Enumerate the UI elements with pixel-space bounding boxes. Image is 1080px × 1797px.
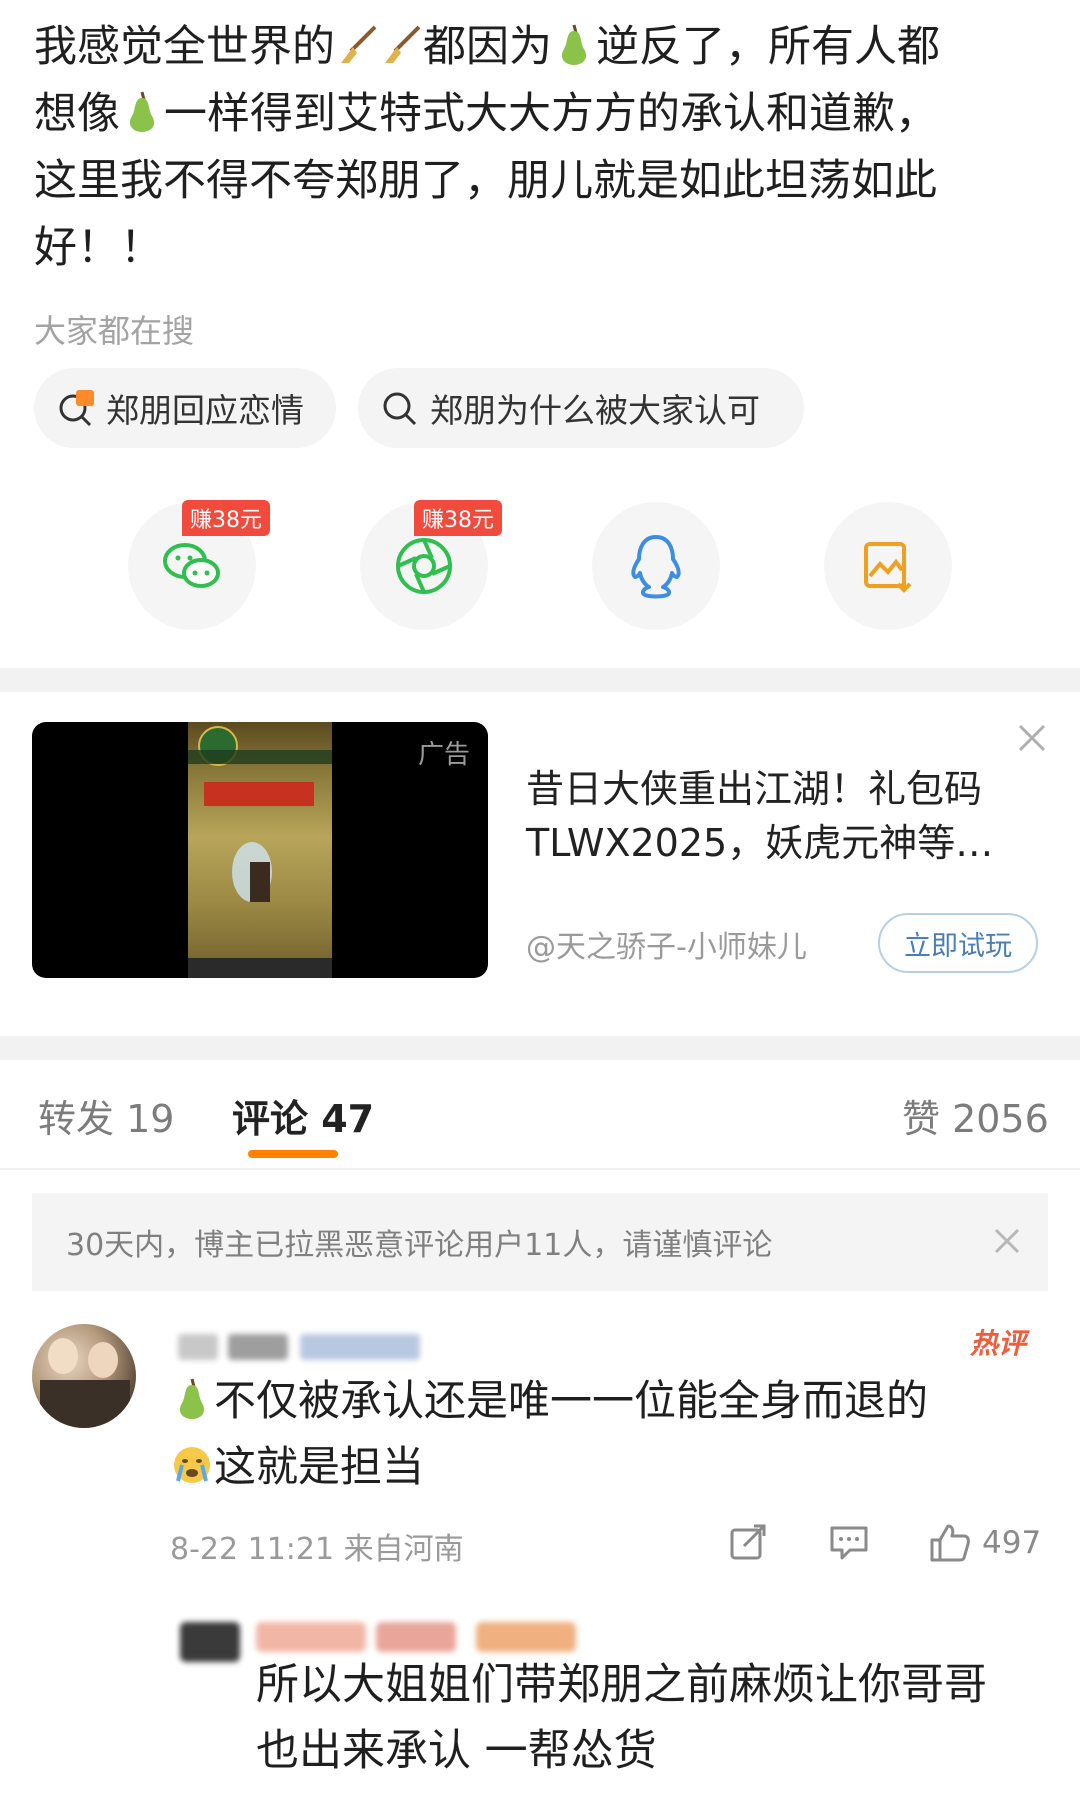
pear-emoji-icon <box>179 1378 205 1419</box>
blurred-name-part <box>228 1334 288 1360</box>
share-wechat-button[interactable]: 赚38元 <box>128 500 270 630</box>
share-qq-button[interactable] <box>592 502 720 630</box>
reply-line: 也出来承认 一帮怂货 <box>256 1726 657 1776</box>
divider <box>0 1168 1080 1170</box>
search-icon <box>383 392 417 426</box>
avatar[interactable] <box>32 1324 136 1428</box>
comment-notice-banner: 30天内，博主已拉黑恶意评论用户11人，请谨慎评论 <box>32 1193 1048 1291</box>
section-divider <box>0 668 1080 692</box>
reply-line: 所以大姐姐们带郑朋之前麻烦让你哥哥 <box>256 1660 987 1710</box>
post-text-line: 这里我不得不夸郑朋了，朋儿就是如此坦荡如此 <box>34 156 937 206</box>
pear-emoji-icon <box>129 91 155 132</box>
search-chip-label: 郑朋为什么被大家认可 <box>430 391 760 430</box>
search-chip-1[interactable]: 郑朋回应恋情 <box>34 368 336 448</box>
ad-title[interactable]: 昔日大侠重出江湖！礼包码TLWX2025，妖虎元神等… <box>526 762 1026 870</box>
broom-emoji-icon <box>341 25 377 63</box>
post-text-segment: 逆反了，所有人都 <box>596 22 940 72</box>
blurred-avatar <box>180 1622 240 1662</box>
ad-label: 广告 <box>417 740 470 770</box>
tab-comments[interactable]: 评论 47 <box>232 1088 374 1143</box>
comment-text-segment: 这就是担当 <box>214 1442 425 1491</box>
close-icon[interactable] <box>1016 722 1048 754</box>
search-chip-label: 郑朋回应恋情 <box>106 391 304 430</box>
like-comment-button[interactable]: 497 <box>928 1522 1041 1564</box>
ad-video-thumbnail[interactable]: 广告 <box>32 722 488 978</box>
wechat-icon <box>163 543 220 588</box>
notice-text: 30天内，博主已拉黑恶意评论用户11人，请谨慎评论 <box>66 1228 773 1263</box>
crying-face-emoji-icon <box>174 1447 210 1483</box>
blurred-name-part <box>256 1622 366 1652</box>
search-chip-2[interactable]: 郑朋为什么被大家认可 <box>358 368 804 448</box>
like-count: 497 <box>982 1525 1042 1561</box>
ad-author[interactable]: @天之骄子-小师妹儿 <box>526 922 807 966</box>
save-image-button[interactable] <box>824 502 952 630</box>
post-text-segment: 想像 <box>34 89 120 139</box>
game-screenshot <box>188 722 332 978</box>
broom-emoji-icon <box>385 25 421 63</box>
pear-emoji-icon <box>561 24 587 65</box>
engagement-tabs: 转发 19 评论 47 赞 2056 <box>0 1078 1080 1158</box>
blurred-name-part <box>376 1622 456 1652</box>
try-now-button[interactable]: 立即试玩 <box>878 913 1038 973</box>
repost-comment-button[interactable] <box>728 1522 768 1562</box>
tab-repost[interactable]: 转发 19 <box>38 1088 174 1143</box>
post-body: 我感觉全世界的 都因为 逆反了，所有人都 想像 一样得到艾特式大大方方的承认和道歉， … <box>34 14 1034 282</box>
tab-likes[interactable]: 赞 2056 <box>902 1088 1049 1143</box>
blurred-name-part <box>178 1334 218 1360</box>
post-text-segment: 一样得到艾特式大大方方的承认和道歉， <box>164 89 938 139</box>
section-divider <box>0 1036 1080 1060</box>
share-moments-button[interactable]: 赚38元 <box>360 500 502 630</box>
hot-comment-tag: 热评 <box>970 1327 1027 1360</box>
reward-badge: 赚38元 <box>414 500 502 536</box>
comment-body: 不仅被承认还是唯一一位能全身而退的 这就是担当 <box>170 1368 1050 1500</box>
share-out-icon <box>730 1524 766 1560</box>
hot-search-icon <box>59 390 94 427</box>
comment-icon <box>830 1526 868 1560</box>
blurred-name-part <box>300 1334 420 1360</box>
save-image-icon <box>864 542 912 593</box>
active-tab-indicator <box>248 1150 338 1158</box>
reply-comment-button[interactable] <box>828 1522 870 1562</box>
reward-badge: 赚38元 <box>182 500 270 536</box>
comment-timestamp-location: 8-22 11:21 来自河南 <box>170 1532 464 1567</box>
post-text-segment: 我感觉全世界的 <box>34 22 335 72</box>
weibo-post-page: 我感觉全世界的 都因为 逆反了，所有人都 想像 一样得到艾特式大大方方的承认和道歉， … <box>0 0 1080 1797</box>
qq-icon <box>631 535 681 599</box>
post-text-line: 好！！ <box>34 223 163 273</box>
moments-icon <box>396 538 452 594</box>
post-text-segment: 都因为 <box>423 22 552 72</box>
close-icon[interactable] <box>992 1226 1022 1256</box>
thumbs-up-icon <box>930 1524 970 1562</box>
trending-search-label: 大家都在搜 <box>34 312 195 350</box>
comment-text-segment: 不仅被承认还是唯一一位能全身而退的 <box>214 1376 929 1425</box>
reply-body: 所以大姐姐们带郑朋之前麻烦让你哥哥 也出来承认 一帮怂货 <box>256 1652 1056 1784</box>
blurred-name-part <box>476 1622 576 1652</box>
